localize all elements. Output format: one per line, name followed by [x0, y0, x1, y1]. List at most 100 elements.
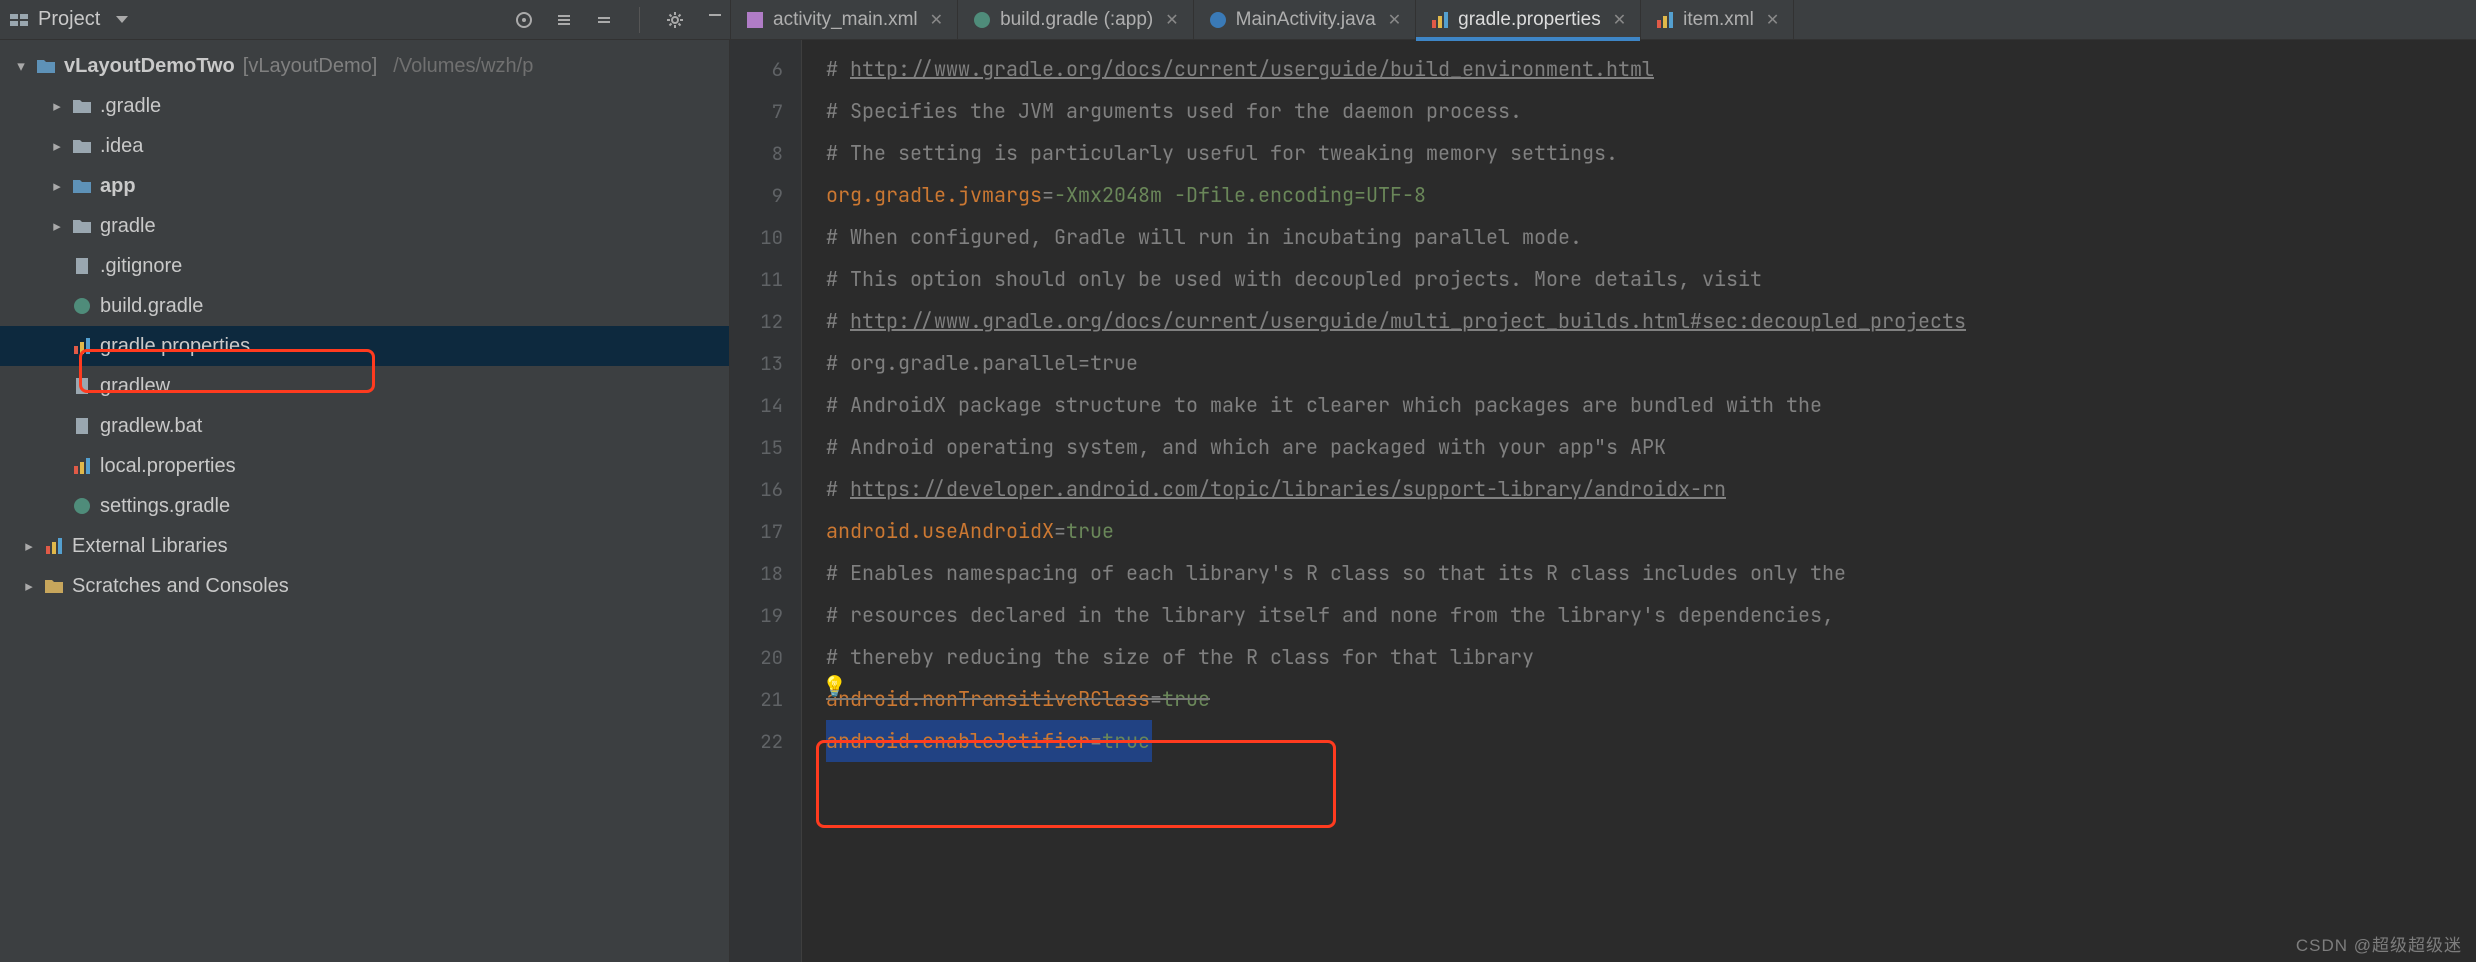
- separator: [639, 7, 640, 33]
- tree-item--gitignore[interactable]: .gitignore: [0, 246, 729, 286]
- line-number: 9: [730, 174, 801, 216]
- java-icon: [1208, 10, 1228, 30]
- code-token: # The setting is particularly useful for…: [826, 132, 1618, 174]
- tab-label: build.gradle (:app): [1000, 9, 1153, 31]
- tab-close-icon[interactable]: ✕: [1165, 10, 1178, 30]
- tree-root-name: vLayoutDemoTwo: [64, 55, 235, 78]
- tab-close-icon[interactable]: ✕: [1766, 10, 1779, 30]
- chevron-right-icon[interactable]: ▸: [50, 137, 64, 155]
- tree-item-local-properties[interactable]: local.properties: [0, 446, 729, 486]
- tree-item--idea[interactable]: ▸.idea: [0, 126, 729, 166]
- tree-root-path: /Volumes/wzh/p: [393, 55, 533, 78]
- chevron-right-icon[interactable]: ▸: [50, 97, 64, 115]
- gradle-icon: [72, 496, 92, 516]
- code-line[interactable]: android.nonTransitiveRClass=true: [826, 678, 1966, 720]
- code-area[interactable]: # http://www.gradle.org/docs/current/use…: [802, 40, 1966, 962]
- code-line[interactable]: # resources declared in the library itse…: [826, 594, 1966, 636]
- line-number: 21: [730, 678, 801, 720]
- tree-item-label: .gradle: [100, 95, 161, 118]
- hide-button[interactable]: [700, 5, 730, 35]
- code-token: # When configured, Gradle will run in in…: [826, 216, 1582, 258]
- tab-label: item.xml: [1683, 9, 1754, 31]
- folder-y-icon: [44, 576, 64, 596]
- chevron-right-icon[interactable]: ▸: [50, 177, 64, 195]
- line-number: 18: [730, 552, 801, 594]
- code-token: # org.gradle.parallel=true: [826, 342, 1138, 384]
- code-token: =: [1054, 510, 1066, 552]
- tree-item-label: gradlew: [100, 375, 170, 398]
- tab-item-xml[interactable]: item.xml ✕: [1641, 0, 1794, 40]
- code-line[interactable]: # https://developer.android.com/topic/li…: [826, 468, 1966, 510]
- tab-gradle-properties[interactable]: gradle.properties✕: [1416, 0, 1641, 40]
- line-number: 22: [730, 720, 801, 762]
- code-line[interactable]: android.useAndroidX=true: [826, 510, 1966, 552]
- project-sidebar: ▾vLayoutDemoTwo [vLayoutDemo] /Volumes/w…: [0, 40, 730, 962]
- tree-item-label: External Libraries: [72, 535, 228, 558]
- chevron-right-icon[interactable]: ▸: [22, 537, 36, 555]
- code-editor[interactable]: 678910111213141516171819202122 # http://…: [730, 40, 2476, 962]
- tree-item-gradle[interactable]: ▸ gradle: [0, 206, 729, 246]
- collapse-all-button[interactable]: [589, 5, 619, 35]
- gradle-icon: [72, 296, 92, 316]
- code-line[interactable]: android.enableJetifier=true: [826, 720, 1966, 762]
- code-line[interactable]: # org.gradle.parallel=true: [826, 342, 1966, 384]
- tree-item-label: .gitignore: [100, 255, 182, 278]
- line-number: 12: [730, 300, 801, 342]
- line-number: 7: [730, 90, 801, 132]
- file-icon: [72, 416, 92, 436]
- tab-mainactivity-java[interactable]: MainActivity.java✕: [1194, 0, 1417, 40]
- tree-item-external-libraries[interactable]: ▸ External Libraries: [0, 526, 729, 566]
- code-line[interactable]: # Enables namespacing of each library's …: [826, 552, 1966, 594]
- settings-button[interactable]: [660, 5, 690, 35]
- tree-item-settings-gradle[interactable]: settings.gradle: [0, 486, 729, 526]
- tree-root[interactable]: ▾vLayoutDemoTwo [vLayoutDemo] /Volumes/w…: [0, 46, 729, 86]
- tab-close-icon[interactable]: ✕: [930, 10, 943, 30]
- tab-build-gradle-app-[interactable]: build.gradle (:app) ✕: [958, 0, 1194, 40]
- tree-item-gradlew-bat[interactable]: gradlew.bat: [0, 406, 729, 446]
- tree-item-gradle-properties[interactable]: gradle.properties: [0, 326, 729, 366]
- project-view-dropdown-icon[interactable]: [116, 16, 128, 23]
- expand-all-button[interactable]: [549, 5, 579, 35]
- bars-icon: [1430, 10, 1450, 30]
- tab-close-icon[interactable]: ✕: [1388, 10, 1401, 30]
- code-line[interactable]: # Specifies the JVM arguments used for t…: [826, 90, 1966, 132]
- code-line[interactable]: # http://www.gradle.org/docs/current/use…: [826, 300, 1966, 342]
- tab-activity-main-xml[interactable]: activity_main.xml✕: [731, 0, 958, 40]
- tree-item-app[interactable]: ▸ app: [0, 166, 729, 206]
- tree-item-label: gradle: [100, 215, 156, 238]
- tree-item-gradlew[interactable]: gradlew: [0, 366, 729, 406]
- code-line[interactable]: # Android operating system, and which ar…: [826, 426, 1966, 468]
- code-token: https://developer.android.com/topic/libr…: [850, 468, 1726, 510]
- code-line[interactable]: org.gradle.jvmargs=-Xmx2048m -Dfile.enco…: [826, 174, 1966, 216]
- code-line[interactable]: # The setting is particularly useful for…: [826, 132, 1966, 174]
- chevron-right-icon[interactable]: ▸: [50, 217, 64, 235]
- code-token: android.useAndroidX: [826, 510, 1054, 552]
- project-tree[interactable]: ▾vLayoutDemoTwo [vLayoutDemo] /Volumes/w…: [0, 40, 729, 606]
- file-icon: [72, 376, 92, 396]
- code-line[interactable]: # thereby reducing the size of the R cla…: [826, 636, 1966, 678]
- code-line[interactable]: # AndroidX package structure to make it …: [826, 384, 1966, 426]
- chevron-placeholder: [50, 378, 64, 395]
- code-line[interactable]: # When configured, Gradle will run in in…: [826, 216, 1966, 258]
- tree-item--gradle[interactable]: ▸ .gradle: [0, 86, 729, 126]
- chevron-right-icon[interactable]: ▸: [22, 577, 36, 595]
- tree-item-scratches-and-consoles[interactable]: ▸Scratches and Consoles: [0, 566, 729, 606]
- chevron-placeholder: [50, 258, 64, 275]
- file-icon: [72, 256, 92, 276]
- tab-close-icon[interactable]: ✕: [1613, 10, 1626, 30]
- code-line[interactable]: # This option should only be used with d…: [826, 258, 1966, 300]
- project-view-label[interactable]: Project: [38, 8, 100, 31]
- code-token: =: [1090, 728, 1102, 754]
- code-token: # Specifies the JVM arguments used for t…: [826, 90, 1522, 132]
- project-view-icon: [10, 11, 28, 29]
- code-line[interactable]: # http://www.gradle.org/docs/current/use…: [826, 48, 1966, 90]
- line-gutter: 678910111213141516171819202122: [730, 40, 802, 962]
- locate-button[interactable]: [509, 5, 539, 35]
- line-number: 14: [730, 384, 801, 426]
- folder-icon: [72, 96, 92, 116]
- tree-item-build-gradle[interactable]: build.gradle: [0, 286, 729, 326]
- code-token: # This option should only be used with d…: [826, 258, 1762, 300]
- top-toolbar: Project activity_main.xml✕build.gradle (…: [0, 0, 2476, 40]
- chevron-down-icon[interactable]: ▾: [14, 57, 28, 75]
- tree-item-label: app: [100, 175, 136, 198]
